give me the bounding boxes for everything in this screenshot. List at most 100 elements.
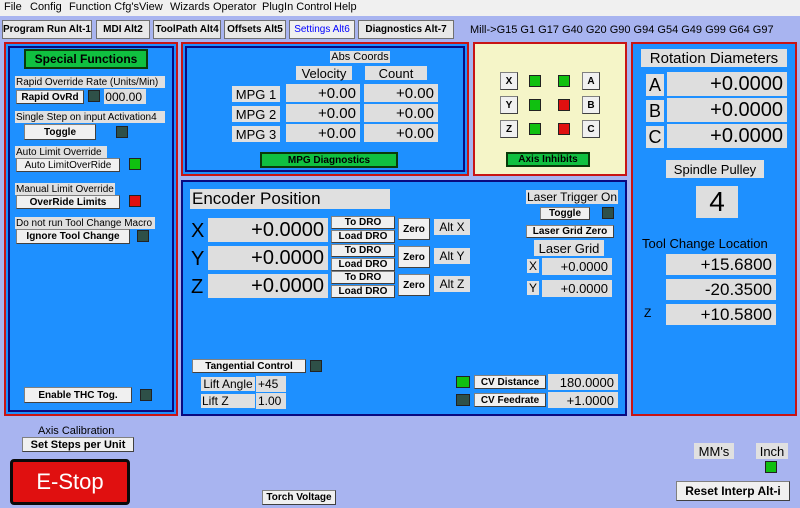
tangential-led bbox=[310, 360, 322, 372]
mpg-diagnostics-button[interactable]: MPG Diagnostics bbox=[260, 152, 398, 168]
tab-settings[interactable]: Settings Alt6 bbox=[289, 20, 355, 39]
laser-toggle-button[interactable]: Toggle bbox=[540, 207, 590, 220]
inhibit-a-button[interactable]: A bbox=[582, 72, 600, 90]
encoder-z-label: Z bbox=[191, 276, 204, 298]
cv-distance-value[interactable]: 180.0000 bbox=[548, 374, 618, 390]
laser-trigger-label: Laser Trigger On bbox=[526, 190, 618, 204]
auto-limit-label: Auto Limit Override bbox=[15, 146, 107, 158]
encoder-y-value[interactable]: +0.0000 bbox=[208, 246, 328, 270]
laser-grid-zero-button[interactable]: Laser Grid Zero bbox=[526, 225, 614, 238]
inhibit-z-button[interactable]: Z bbox=[500, 120, 518, 138]
grid-y-value[interactable]: +0.0000 bbox=[542, 280, 612, 297]
laser-grid-label: Laser Grid bbox=[534, 240, 604, 256]
lift-angle-value[interactable]: +45 bbox=[256, 376, 286, 392]
mpg3-label: MPG 3 bbox=[232, 126, 280, 142]
tc-z-value[interactable]: +10.5800 bbox=[666, 304, 776, 325]
menu-operator[interactable]: Operator bbox=[213, 1, 256, 13]
special-functions-button[interactable]: Special Functions bbox=[24, 49, 148, 69]
inch-label: Inch bbox=[756, 443, 788, 459]
rotation-a-label: A bbox=[646, 74, 664, 96]
x-load-dro-button[interactable]: Load DRO bbox=[331, 230, 395, 243]
z-to-dro-button[interactable]: To DRO bbox=[331, 271, 395, 284]
cv-feedrate-value[interactable]: +1.0000 bbox=[548, 392, 618, 408]
menu-bar: File Config Function Cfg's View Wizards … bbox=[0, 0, 800, 16]
inhibit-y-button[interactable]: Y bbox=[500, 96, 518, 114]
rotation-diameters-title: Rotation Diameters bbox=[641, 49, 787, 67]
override-limits-led bbox=[129, 195, 141, 207]
auto-limit-override-button[interactable]: Auto LimitOverRide bbox=[16, 158, 120, 172]
x-to-dro-button[interactable]: To DRO bbox=[331, 216, 395, 229]
grid-x-value[interactable]: +0.0000 bbox=[542, 258, 612, 275]
mpg2-label: MPG 2 bbox=[232, 106, 280, 122]
tab-toolpath[interactable]: ToolPath Alt4 bbox=[153, 20, 221, 39]
inhibit-x-led bbox=[529, 75, 541, 87]
mpg1-velocity: +0.00 bbox=[286, 84, 360, 102]
rotation-b-value[interactable]: +0.0000 bbox=[667, 98, 787, 122]
encoder-z-value[interactable]: +0.0000 bbox=[208, 274, 328, 298]
cv-feedrate-led bbox=[456, 394, 470, 406]
abs-coords-label: Abs Coords bbox=[330, 51, 390, 63]
count-header: Count bbox=[365, 66, 427, 81]
inhibit-b-button[interactable]: B bbox=[582, 96, 600, 114]
spindle-pulley-value[interactable]: 4 bbox=[696, 186, 738, 218]
menu-wizards[interactable]: Wizards bbox=[170, 1, 210, 13]
gcode-status: Mill->G15 G1 G17 G40 G20 G90 G94 G54 G49… bbox=[470, 24, 774, 36]
tc-x-value[interactable]: +15.6800 bbox=[666, 254, 776, 275]
manual-limit-label: Manual Limit Override bbox=[15, 183, 115, 195]
rapid-ovrd-led bbox=[88, 90, 100, 102]
rapid-ovrd-button[interactable]: Rapid OvRd bbox=[16, 90, 84, 104]
laser-trigger-led bbox=[602, 207, 614, 219]
single-step-led bbox=[116, 126, 128, 138]
y-load-dro-button[interactable]: Load DRO bbox=[331, 258, 395, 271]
menu-function-cfgs[interactable]: Function Cfg's bbox=[69, 1, 139, 13]
rotation-b-label: B bbox=[646, 100, 664, 122]
menu-file[interactable]: File bbox=[4, 1, 22, 13]
menu-help[interactable]: Help bbox=[334, 1, 357, 13]
axis-inhibits-button[interactable]: Axis Inhibits bbox=[506, 152, 590, 167]
menu-plugin-control[interactable]: PlugIn Control bbox=[262, 1, 332, 13]
single-step-toggle-button[interactable]: Toggle bbox=[24, 124, 96, 140]
y-to-dro-button[interactable]: To DRO bbox=[331, 244, 395, 257]
mpg1-count: +0.00 bbox=[364, 84, 438, 102]
estop-button[interactable]: E-Stop bbox=[10, 459, 130, 505]
x-zero-button[interactable]: Zero bbox=[398, 218, 430, 240]
ignore-tool-change-button[interactable]: Ignore Tool Change bbox=[16, 229, 130, 244]
encoder-x-value[interactable]: +0.0000 bbox=[208, 218, 328, 242]
spindle-pulley-label: Spindle Pulley bbox=[666, 160, 764, 178]
menu-view[interactable]: View bbox=[139, 1, 163, 13]
rotation-a-value[interactable]: +0.0000 bbox=[667, 72, 787, 96]
mpg1-label: MPG 1 bbox=[232, 86, 280, 102]
inhibit-z-led bbox=[529, 123, 541, 135]
torch-voltage-button[interactable]: Torch Voltage bbox=[262, 490, 336, 505]
tab-program-run[interactable]: Program Run Alt-1 bbox=[2, 20, 92, 39]
tangential-control-button[interactable]: Tangential Control bbox=[192, 359, 306, 373]
cv-feedrate-button[interactable]: CV Feedrate bbox=[474, 393, 546, 407]
inhibit-x-button[interactable]: X bbox=[500, 72, 518, 90]
y-zero-button[interactable]: Zero bbox=[398, 246, 430, 268]
cv-distance-led bbox=[456, 376, 470, 388]
rotation-c-value[interactable]: +0.0000 bbox=[667, 124, 787, 148]
tc-y-value[interactable]: -20.3500 bbox=[666, 279, 776, 300]
override-limits-button[interactable]: OverRide Limits bbox=[16, 195, 120, 209]
encoder-position-title: Encoder Position bbox=[190, 189, 390, 209]
cv-distance-button[interactable]: CV Distance bbox=[474, 375, 546, 389]
set-steps-per-unit-button[interactable]: Set Steps per Unit bbox=[22, 437, 134, 452]
ignore-tool-change-led bbox=[137, 230, 149, 242]
lift-z-value[interactable]: 1.00 bbox=[256, 393, 286, 409]
tab-diagnostics[interactable]: Diagnostics Alt-7 bbox=[358, 20, 454, 39]
tab-mdi[interactable]: MDI Alt2 bbox=[96, 20, 150, 39]
inhibit-c-button[interactable]: C bbox=[582, 120, 600, 138]
inhibit-y-led bbox=[529, 99, 541, 111]
thc-led bbox=[140, 389, 152, 401]
inhibit-b-led bbox=[558, 99, 570, 111]
menu-config[interactable]: Config bbox=[30, 1, 62, 13]
rapid-override-value[interactable]: 000.00 bbox=[104, 89, 146, 104]
z-zero-button[interactable]: Zero bbox=[398, 274, 430, 296]
z-load-dro-button[interactable]: Load DRO bbox=[331, 285, 395, 298]
enable-thc-button[interactable]: Enable THC Tog. bbox=[24, 387, 132, 403]
tab-offsets[interactable]: Offsets Alt5 bbox=[224, 20, 286, 39]
reset-interp-button[interactable]: Reset Interp Alt-i bbox=[676, 481, 790, 501]
lift-angle-label: Lift Angle bbox=[201, 377, 255, 391]
mpg2-count: +0.00 bbox=[364, 104, 438, 122]
tc-z-label: Z bbox=[644, 306, 652, 320]
